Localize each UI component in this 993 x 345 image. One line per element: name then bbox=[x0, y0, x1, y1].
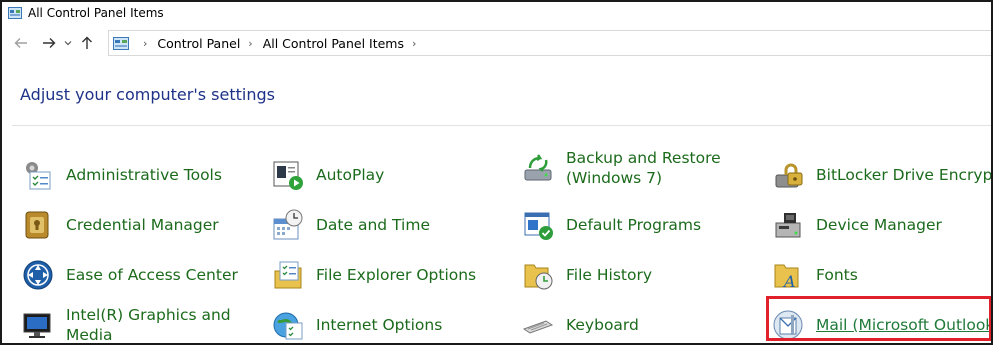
item-label: File History bbox=[566, 266, 653, 284]
item-label: File Explorer Options bbox=[316, 266, 477, 284]
navigation-bar: › Control Panel › All Control Panel Item… bbox=[2, 26, 991, 60]
divider bbox=[12, 125, 991, 126]
backup-restore-icon bbox=[524, 154, 552, 181]
page-title: Adjust your computer's settings bbox=[20, 85, 275, 104]
bitlocker-icon bbox=[775, 163, 803, 188]
item-label: Date and Time bbox=[316, 216, 430, 234]
default-programs-icon bbox=[524, 212, 553, 240]
device-manager-icon bbox=[775, 213, 801, 238]
item-label: Intel(R) Graphics and Media bbox=[66, 306, 231, 344]
window-title: All Control Panel Items bbox=[28, 6, 164, 20]
internet-options-icon bbox=[273, 312, 303, 340]
address-bar[interactable]: › Control Panel › All Control Panel Item… bbox=[108, 30, 991, 56]
breadcrumb-separator-icon[interactable]: › bbox=[412, 37, 416, 50]
forward-button[interactable] bbox=[38, 32, 60, 54]
item-label: AutoPlay bbox=[316, 166, 385, 184]
intel-graphics-icon bbox=[23, 313, 51, 338]
item-label: Device Manager bbox=[816, 216, 942, 234]
ease-of-access-icon bbox=[23, 260, 53, 290]
breadcrumb-control-panel[interactable]: Control Panel bbox=[157, 36, 240, 51]
chevron-down-icon bbox=[64, 41, 72, 46]
item-label: Internet Options bbox=[316, 316, 443, 334]
item-file-history[interactable]: File History bbox=[522, 259, 652, 291]
item-label: Fonts bbox=[816, 266, 858, 284]
file-explorer-options-icon bbox=[274, 261, 302, 289]
item-default-programs[interactable]: Default Programs bbox=[522, 209, 701, 241]
item-backup-and-restore[interactable]: Backup and Restore (Windows 7) bbox=[522, 148, 746, 188]
back-button[interactable] bbox=[10, 32, 32, 54]
item-file-explorer-options[interactable]: File Explorer Options bbox=[272, 259, 476, 291]
fonts-icon: A bbox=[774, 264, 799, 291]
item-intel-graphics[interactable]: Intel(R) Graphics and Media bbox=[22, 305, 246, 344]
autoplay-icon bbox=[273, 161, 303, 190]
breadcrumb-all-items[interactable]: All Control Panel Items bbox=[263, 36, 404, 51]
file-history-icon bbox=[524, 264, 553, 290]
item-bitlocker[interactable]: BitLocker Drive Encryption bbox=[772, 159, 993, 191]
breadcrumb-separator-icon[interactable]: › bbox=[248, 37, 252, 50]
date-time-icon bbox=[273, 209, 303, 240]
item-label: Administrative Tools bbox=[66, 166, 222, 184]
item-credential-manager[interactable]: Credential Manager bbox=[22, 209, 219, 241]
item-label: BitLocker Drive Encryption bbox=[816, 166, 993, 184]
control-panel-window: All Control Panel Items › Control Panel bbox=[0, 0, 993, 345]
item-internet-options[interactable]: Internet Options bbox=[272, 309, 442, 341]
breadcrumb-separator-icon[interactable]: › bbox=[143, 37, 147, 50]
admin-tools-icon bbox=[26, 162, 51, 190]
item-label: Backup and Restore (Windows 7) bbox=[566, 149, 721, 187]
arrow-left-icon bbox=[14, 38, 27, 48]
item-label: Keyboard bbox=[566, 316, 639, 334]
up-button[interactable] bbox=[76, 32, 98, 54]
svg-text:A: A bbox=[782, 272, 796, 291]
item-label: Credential Manager bbox=[66, 216, 219, 234]
item-date-and-time[interactable]: Date and Time bbox=[272, 209, 430, 241]
highlight-box bbox=[766, 296, 991, 341]
control-panel-icon bbox=[113, 36, 129, 50]
item-administrative-tools[interactable]: Administrative Tools bbox=[22, 159, 222, 191]
item-label: Ease of Access Center bbox=[66, 266, 238, 284]
item-fonts[interactable]: A Fonts bbox=[772, 259, 858, 291]
control-panel-icon bbox=[8, 7, 22, 19]
item-autoplay[interactable]: AutoPlay bbox=[272, 159, 384, 191]
item-keyboard[interactable]: Keyboard bbox=[522, 309, 639, 341]
item-ease-of-access[interactable]: Ease of Access Center bbox=[22, 259, 238, 291]
keyboard-icon bbox=[522, 320, 554, 334]
title-bar: All Control Panel Items bbox=[2, 2, 991, 24]
credential-manager-icon bbox=[25, 211, 49, 239]
arrow-right-icon bbox=[43, 38, 56, 48]
recent-locations-button[interactable] bbox=[60, 32, 76, 54]
item-label: Default Programs bbox=[566, 216, 702, 234]
arrow-up-icon bbox=[82, 36, 92, 49]
item-device-manager[interactable]: Device Manager bbox=[772, 209, 942, 241]
